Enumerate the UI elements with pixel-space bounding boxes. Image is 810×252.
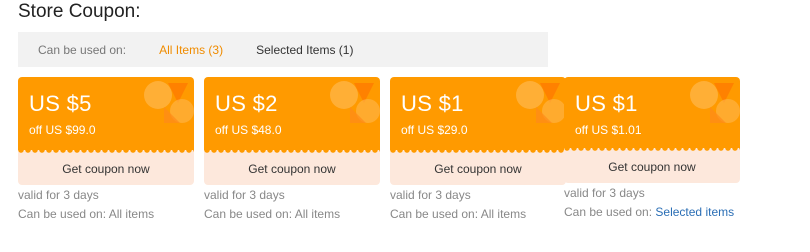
coupon-usable-on: Can be used on: All items — [18, 207, 194, 222]
store-coupon-title: Store Coupon: — [18, 1, 141, 22]
usable-prefix: Can be used on: — [564, 205, 656, 219]
filter-label: Can be used on: — [38, 42, 127, 57]
get-coupon-button[interactable]: Get coupon now — [18, 150, 194, 185]
coupon-condition: off US $99.0 — [29, 123, 96, 137]
usable-prefix: Can be used on: — [204, 207, 295, 221]
get-coupon-button[interactable]: Get coupon now — [204, 150, 380, 185]
usable-value: All items — [108, 207, 155, 221]
coupon-face: US $2 off US $48.0 — [204, 77, 380, 153]
usable-prefix: Can be used on: — [390, 207, 481, 221]
coupon-amount: US $1 — [401, 91, 464, 116]
coupon-validity: valid for 3 days — [390, 188, 471, 202]
coupon-decoration-icon — [330, 81, 380, 123]
coupon-condition: off US $48.0 — [215, 123, 282, 137]
coupon-amount: US $5 — [29, 91, 92, 116]
coupon-decoration-icon — [690, 81, 740, 123]
coupon-filter-bar: Can be used on: All Items (3) Selected I… — [18, 32, 548, 67]
coupon-condition: off US $1.01 — [575, 123, 642, 137]
coupon-card: US $1 off US $1.01 Get coupon now valid … — [564, 77, 740, 220]
coupon-validity: valid for 3 days — [18, 188, 99, 202]
usable-prefix: Can be used on: — [18, 207, 109, 221]
coupon-card: US $5 off US $99.0 Get coupon now valid … — [18, 77, 194, 222]
get-coupon-button[interactable]: Get coupon now — [390, 150, 566, 185]
filter-all-items[interactable]: All Items (3) — [159, 43, 223, 57]
coupon-card: US $2 off US $48.0 Get coupon now valid … — [204, 77, 380, 222]
coupon-usable-on: Can be used on: All items — [390, 207, 566, 222]
coupon-face: US $1 off US $29.0 — [390, 77, 566, 153]
usable-value: All items — [294, 207, 341, 221]
coupon-usable-on: Can be used on: All items — [204, 207, 380, 222]
coupon-amount: US $1 — [575, 91, 638, 116]
selected-items-link[interactable]: Selected items — [655, 205, 734, 219]
coupon-usable-on: Can be used on: Selected items — [564, 205, 740, 220]
coupon-decoration-icon — [144, 81, 194, 123]
coupon-card: US $1 off US $29.0 Get coupon now valid … — [390, 77, 566, 222]
usable-value: All items — [480, 207, 527, 221]
filter-selected-items[interactable]: Selected Items (1) — [256, 43, 353, 57]
coupon-validity: valid for 3 days — [204, 188, 285, 202]
coupon-face: US $5 off US $99.0 — [18, 77, 194, 153]
get-coupon-button[interactable]: Get coupon now — [564, 148, 740, 183]
coupon-decoration-icon — [516, 81, 566, 123]
coupon-validity: valid for 3 days — [564, 186, 645, 200]
coupon-condition: off US $29.0 — [401, 123, 468, 137]
coupon-amount: US $2 — [215, 91, 278, 116]
coupon-face: US $1 off US $1.01 — [564, 77, 740, 151]
